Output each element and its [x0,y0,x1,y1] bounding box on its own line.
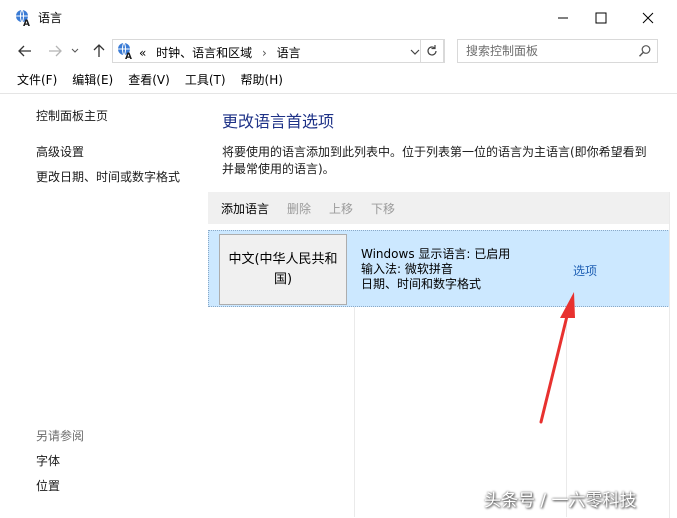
move-up-button[interactable]: 上移 [329,200,353,217]
column-divider [354,307,355,517]
control-panel-home-link[interactable]: 控制面板主页 [36,107,108,124]
maximize-icon [595,12,607,24]
arrow-right-icon [49,45,62,57]
search-icon[interactable] [638,44,652,58]
page-description: 将要使用的语言添加到此列表中。位于列表第一位的语言为主语言(即你希望看到 并最常… [222,144,662,178]
menu-file[interactable]: 文件(F) [17,68,57,92]
minimize-icon [558,17,568,19]
recent-locations-button[interactable] [68,40,82,62]
refresh-icon [427,45,437,56]
language-list-item[interactable]: 中文(中华人民共和国) Windows 显示语言: 已启用 输入法: 微软拼音 … [208,230,670,307]
menu-divider [0,93,677,94]
close-icon [642,12,654,24]
title-bar: A 语言 [0,0,677,36]
date-time-format: 日期、时间和数字格式 [361,277,482,291]
search-box[interactable] [457,39,658,63]
watermark: 头条号 / 一六零科技 [484,491,637,511]
description-line: 并最常使用的语言)。 [222,162,335,176]
breadcrumb-overflow[interactable]: « [139,46,146,60]
forward-button[interactable] [44,40,66,62]
chevron-down-icon [71,48,79,53]
language-options-link[interactable]: 选项 [573,262,597,279]
arrow-left-icon [18,45,31,57]
input-method: 输入法: 微软拼音 [361,262,453,276]
move-down-button[interactable]: 下移 [371,200,395,217]
language-icon: A [118,42,132,60]
language-name-button[interactable]: 中文(中华人民共和国) [219,234,347,305]
breadcrumb: « 时钟、语言和区域 › 语言 [139,44,301,61]
up-button[interactable] [88,40,110,62]
breadcrumb-item-clock-language-region[interactable]: 时钟、语言和区域 [150,46,252,60]
menu-view[interactable]: 查看(V) [128,68,170,92]
pane-border [669,192,670,518]
breadcrumb-item-language[interactable]: 语言 [277,46,301,60]
fonts-link[interactable]: 字体 [36,452,60,469]
description-line: 将要使用的语言添加到此列表中。位于列表第一位的语言为主语言(即你希望看到 [222,145,647,159]
navigation-bar: A « 时钟、语言和区域 › 语言 [0,36,677,66]
address-bar[interactable]: A « 时钟、语言和区域 › 语言 [112,39,445,63]
page-title: 更改语言首选项 [222,112,335,131]
location-link[interactable]: 位置 [36,477,60,494]
arrow-up-icon [93,44,105,57]
maximize-button[interactable] [578,0,624,36]
see-also-heading: 另请参阅 [36,429,85,443]
add-language-button[interactable]: 添加语言 [221,200,269,217]
remove-button[interactable]: 删除 [287,200,311,217]
menu-tools[interactable]: 工具(T) [185,68,226,92]
change-date-time-format-link[interactable]: 更改日期、时间或数字格式 [36,168,180,185]
menu-bar: 文件(F) 编辑(E) 查看(V) 工具(T) 帮助(H) [0,68,677,92]
back-button[interactable] [14,40,36,62]
menu-edit[interactable]: 编辑(E) [72,68,113,92]
display-language-status: Windows 显示语言: 已启用 [361,247,511,261]
advanced-settings-link[interactable]: 高级设置 [36,143,84,160]
language-toolbar: 添加语言 删除 上移 下移 [208,192,670,224]
breadcrumb-separator[interactable]: › [256,46,273,60]
search-input[interactable] [458,40,628,62]
menu-help[interactable]: 帮助(H) [241,68,283,92]
window-title: 语言 [38,11,63,25]
language-details: Windows 显示语言: 已启用 输入法: 微软拼音 日期、时间和数字格式 [361,247,510,292]
close-button[interactable] [625,0,671,36]
refresh-button[interactable] [420,39,444,63]
svg-text:A: A [23,19,30,27]
language-icon: A [16,9,30,27]
svg-text:A: A [125,52,132,60]
